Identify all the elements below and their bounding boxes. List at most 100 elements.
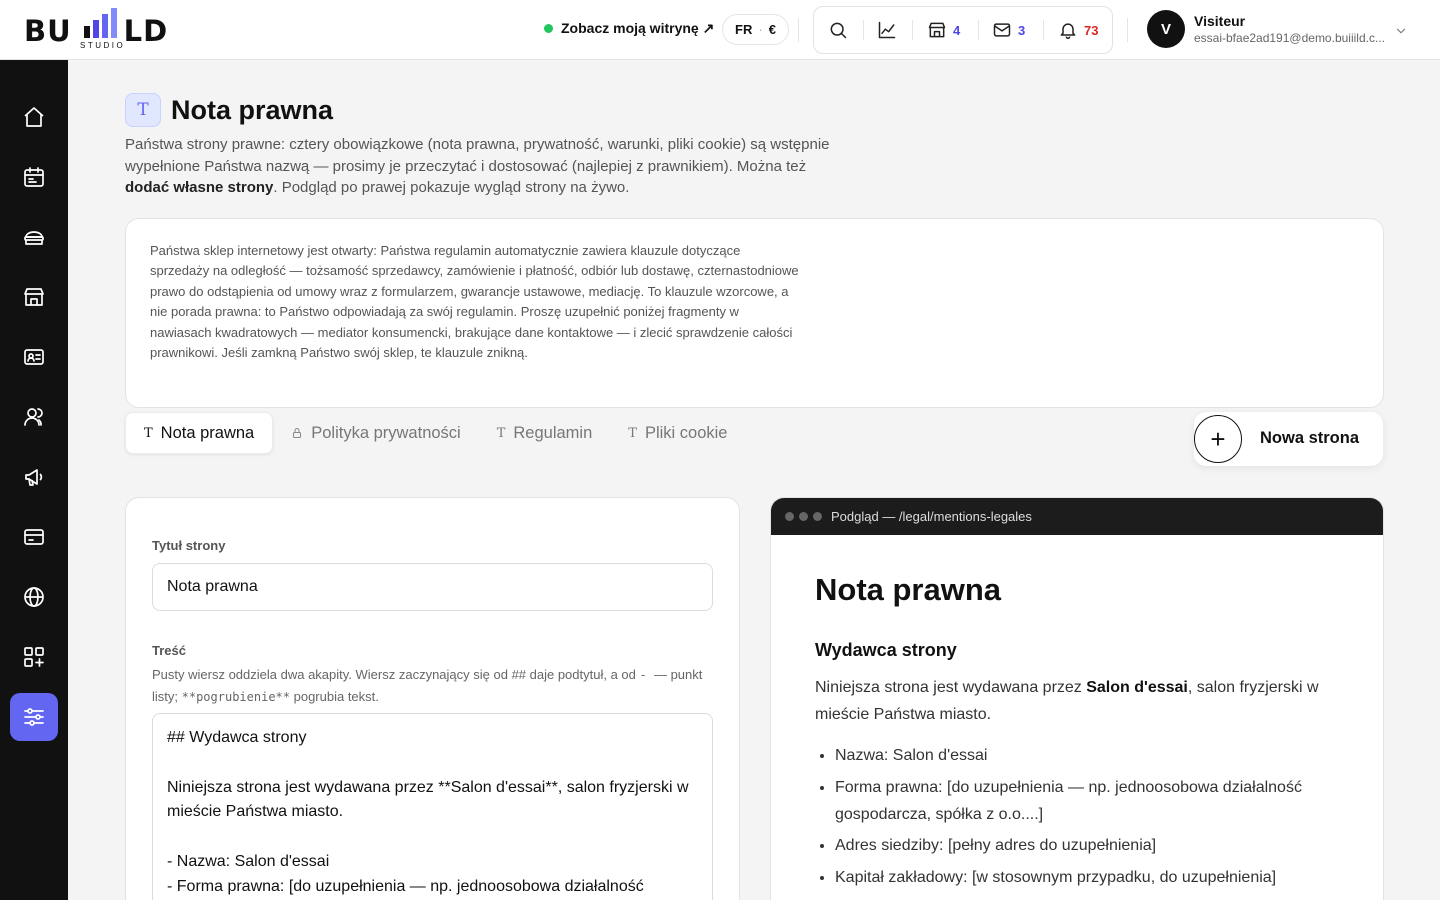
sidebar [0,60,68,900]
list-item: Forma prawna: [do uzupełnienia — np. jed… [835,774,1345,828]
preview-path: Podgląd — /legal/mentions-legales [831,509,1032,524]
hint-text: pogrubia tekst. [290,689,379,704]
page-title: Nota prawna [171,95,334,125]
logo-text-left: BU [24,14,72,48]
text-icon: T [628,425,637,441]
locale-separator: · [758,22,763,37]
tab-cookies[interactable]: T Pliki cookie [610,412,745,454]
sidebar-item-calendar[interactable] [10,153,58,201]
preview-list: Nazwa: Salon d'essai Forma prawna: [do u… [815,742,1345,891]
avatar: V [1147,10,1185,48]
notifications-count-badge: 73 [1084,22,1099,38]
chevron-down-icon[interactable] [1394,24,1408,38]
store-icon [928,22,946,38]
list-item: Kapitał zakładowy: [w stosownym przypadk… [835,864,1345,891]
live-preview-card: Podgląd — /legal/mentions-legales Nota p… [770,497,1384,900]
logo-text-right: LD [123,14,169,48]
header-divider [1127,18,1128,42]
top-bar: BU LD STUDIO Zobacz moją witrynę ↗ FR · €… [0,0,1440,60]
sidebar-item-clients[interactable] [10,393,58,441]
new-page-button[interactable]: + Nowa strona [1194,412,1383,466]
locale-language: FR [735,22,753,37]
user-email: essai-bfae2ad191@demo.buiiild.c... [1194,31,1385,45]
sidebar-item-services[interactable] [10,213,58,261]
globe-icon [24,587,44,607]
preview-paragraph: Niniejsza strona jest wydawana przez Sal… [815,674,1345,728]
list-item: Nazwa: Salon d'essai [835,742,1345,769]
locale-switcher[interactable]: FR · € [722,14,789,45]
preview-subtitle: Wydawca strony [815,640,957,660]
toolbox-divider [863,20,864,40]
content-label: Treść [152,643,186,658]
page-description: Państwa strony prawne: cztery obowiązkow… [125,134,845,199]
contact-card-icon [24,349,44,365]
preview-title-bar: Podgląd — /legal/mentions-legales [771,498,1383,535]
settings-sliders-icon [24,708,44,726]
messages-button[interactable]: 3 [992,7,1025,53]
content-format-hint: Pusty wiersz oddziela dwa akapity. Wiers… [152,664,712,708]
calendar-icon [24,167,44,187]
toolbox-divider [912,20,913,40]
tab-label: Regulamin [513,423,593,442]
tab-privacy-policy[interactable]: Polityka prywatności [273,412,478,454]
preview-paragraph-text: Niniejsza strona jest wydawana przez [815,679,1087,696]
sidebar-item-settings[interactable] [10,693,58,741]
tab-terms[interactable]: T Regulamin [479,412,611,454]
page-editor-card: Tytuł strony Nota prawna Treść Pusty wie… [125,497,740,900]
online-status-dot [544,24,553,33]
home-icon [24,107,44,127]
store-icon [24,288,44,306]
hint-code: - [639,668,654,682]
list-item: Adres siedziby: [pełny adres do uzupełni… [835,832,1345,859]
sidebar-item-apps[interactable] [10,633,58,681]
tab-legal-notice[interactable]: T Nota prawna [125,412,274,454]
page-title-input[interactable]: Nota prawna [152,563,713,611]
services-icon [24,231,44,245]
chart-icon [878,21,896,39]
mail-icon [993,23,1011,37]
preview-title: Nota prawna [815,572,1002,607]
sidebar-item-payments[interactable] [10,513,58,561]
tab-label: Pliki cookie [644,423,728,442]
users-icon [24,408,43,426]
page-description-text-end: . Podgląd po prawej pokazuje wygląd stro… [273,179,630,196]
sidebar-item-website[interactable] [10,573,58,621]
payment-card-icon [24,529,44,545]
new-page-label: Nowa strona [1260,429,1360,447]
content-textarea[interactable]: ## Wydawca strony Niniejsza strona jest … [152,713,713,900]
preview-content: Nota prawna Wydawca strony Niniejsza str… [815,572,1345,895]
sidebar-item-shop[interactable] [10,273,58,321]
tab-label: Polityka prywatności [311,423,461,442]
search-button[interactable] [828,7,848,53]
logo-subtitle: STUDIO [80,41,126,50]
page-title-label: Tytuł strony [152,538,226,553]
window-dots-icon [785,512,822,521]
text-page-icon: T [125,93,161,127]
view-site-link[interactable]: Zobacz moją witrynę ↗ [544,20,714,37]
page-description-emphasis: dodać własne strony [125,179,274,196]
store-button[interactable]: 4 [927,7,960,53]
tab-label: Nota prawna [160,423,255,442]
notifications-button[interactable]: 73 [1058,7,1098,53]
legal-pages-tabs: T Nota prawna Polityka prywatności T Reg… [125,410,745,456]
sidebar-item-home[interactable] [10,93,58,141]
bell-icon [1060,23,1076,40]
lock-icon [293,428,302,438]
hint-text: Pusty wiersz oddziela dwa akapity. Wiers… [152,667,640,682]
preview-paragraph-bold: Salon d'essai [1086,679,1188,696]
sidebar-item-marketing[interactable] [10,453,58,501]
toolbox-divider [978,20,979,40]
stats-button[interactable] [877,7,897,53]
search-icon [830,22,847,39]
header-toolbox: 4 3 73 [813,6,1113,54]
messages-count-badge: 3 [1018,22,1026,38]
page-description-text: Państwa strony prawne: cztery obowiązkow… [125,136,830,175]
user-menu[interactable]: V Visiteur essai-bfae2ad191@demo.buiiild… [1147,10,1385,48]
user-name: Visiteur [1194,13,1246,29]
megaphone-icon [25,469,43,486]
sidebar-item-contacts[interactable] [10,333,58,381]
toolbox-divider [1043,20,1044,40]
text-icon: T [496,425,506,441]
hint-code: **pogrubienie** [181,690,290,704]
build-studio-logo[interactable]: BU LD STUDIO [24,8,184,54]
